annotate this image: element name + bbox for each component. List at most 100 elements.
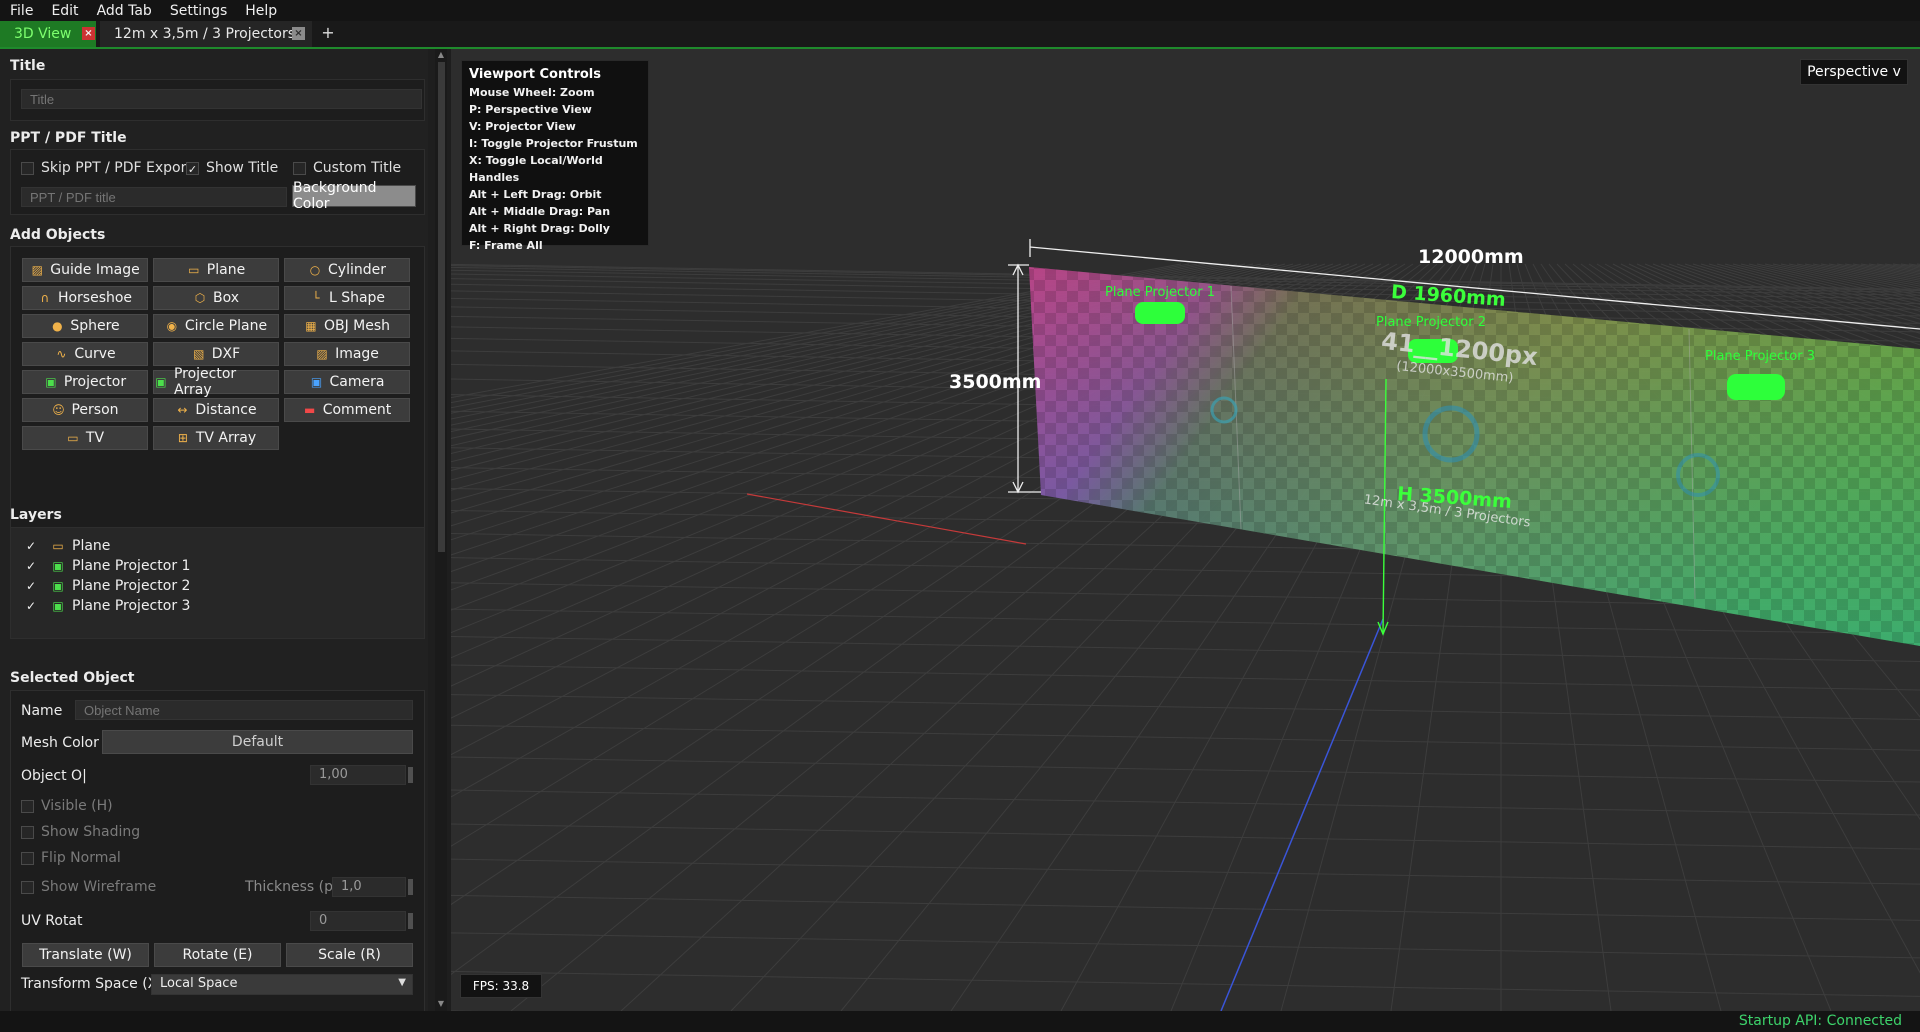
projector-1-model[interactable] <box>1135 302 1185 324</box>
person-button[interactable]: ☺ Person <box>22 398 148 422</box>
flip-normal-checkbox[interactable]: Flip Normal <box>21 850 121 866</box>
image-button[interactable]: ▨ Image <box>284 342 410 366</box>
obj-mesh-button[interactable]: ▦ OBJ Mesh <box>284 314 410 338</box>
tv-array-button[interactable]: ⊞ TV Array <box>153 426 279 450</box>
check-icon[interactable]: ✓ <box>26 539 38 553</box>
scroll-down-icon[interactable]: ▼ <box>435 999 447 1009</box>
layers-heading: Layers <box>10 507 62 523</box>
tab-3d-view[interactable]: 3D View × <box>0 21 96 47</box>
image-icon: ▨ <box>316 347 328 361</box>
menu-file[interactable]: File <box>0 3 41 19</box>
visible-checkbox[interactable]: Visible (H) <box>21 798 113 814</box>
uv-rotation-input[interactable]: 0 <box>310 911 406 931</box>
checkbox-label: Show Title <box>206 160 279 176</box>
width-dimension: 12000mm <box>1418 246 1524 268</box>
projector-array-button[interactable]: ▣ Projector Array <box>153 366 279 398</box>
projector-icon: ▣ <box>52 579 64 593</box>
cylinder-button[interactable]: ○ Cylinder <box>284 258 410 282</box>
menu-add-tab[interactable]: Add Tab <box>87 3 160 19</box>
projector-array-icon: ▣ <box>155 375 167 389</box>
l-shape-button[interactable]: └ L Shape <box>284 286 410 310</box>
projector-2-label: Plane Projector 2 <box>1376 315 1486 330</box>
object-name-input[interactable] <box>75 700 413 720</box>
button-label: OBJ Mesh <box>323 318 391 334</box>
pdf-group: Skip PPT / PDF Export ✓ Show Title Custo… <box>10 149 425 215</box>
transform-space-label: Transform Space (X) <box>21 976 163 992</box>
scene-canvas[interactable] <box>451 49 1920 1011</box>
control-hint: Alt + Right Drag: Dolly <box>469 222 610 235</box>
pdf-title-input[interactable] <box>21 187 287 207</box>
layer-label: Plane Projector 2 <box>72 578 191 594</box>
curve-button[interactable]: ∿ Curve <box>22 342 148 366</box>
show-wireframe-checkbox[interactable]: Show Wireframe <box>21 879 156 895</box>
l-shape-icon: └ <box>312 291 320 305</box>
layer-item-plane[interactable]: ✓ ▭ Plane <box>26 537 110 555</box>
fps-counter: FPS: 33.8 <box>460 974 542 998</box>
sphere-button[interactable]: ● Sphere <box>22 314 148 338</box>
layer-item-projector-2[interactable]: ✓ ▣ Plane Projector 2 <box>26 577 190 595</box>
control-hint: Mouse Wheel: Zoom <box>469 86 595 99</box>
check-icon[interactable]: ✓ <box>26 559 38 573</box>
tv-array-icon: ⊞ <box>177 431 188 445</box>
cylinder-icon: ○ <box>309 263 321 277</box>
title-group <box>10 79 425 121</box>
rotate-button[interactable]: Rotate (E) <box>154 943 281 967</box>
tab-projectors[interactable]: 12m x 3,5m / 3 Projectors × <box>100 21 312 47</box>
menu-bar: File Edit Add Tab Settings Help <box>0 0 1920 21</box>
opacity-stepper[interactable] <box>408 767 413 783</box>
background-color-button[interactable]: Background Color <box>292 180 416 212</box>
api-status: Startup API: Connected <box>1738 1013 1902 1029</box>
show-shading-checkbox[interactable]: Show Shading <box>21 824 140 840</box>
guide-image-button[interactable]: ▨ Guide Image <box>22 258 148 282</box>
add-tab-button[interactable]: + <box>318 21 338 47</box>
menu-help[interactable]: Help <box>235 3 285 19</box>
menu-settings[interactable]: Settings <box>160 3 235 19</box>
uv-rotation-stepper[interactable] <box>408 913 413 929</box>
skip-export-checkbox[interactable]: Skip PPT / PDF Export <box>21 160 192 176</box>
tv-button[interactable]: ▭ TV <box>22 426 148 450</box>
person-icon: ☺ <box>52 403 65 417</box>
scale-button[interactable]: Scale (R) <box>286 943 413 967</box>
projector-3-model[interactable] <box>1727 374 1785 400</box>
check-icon[interactable]: ✓ <box>26 599 38 613</box>
checkbox-box <box>21 799 34 813</box>
comment-button[interactable]: ▬ Comment <box>284 398 410 422</box>
checkbox-label: Show Wireframe <box>41 879 157 895</box>
layer-item-projector-1[interactable]: ✓ ▣ Plane Projector 1 <box>26 557 190 575</box>
button-label: Circle Plane <box>184 318 268 334</box>
check-icon[interactable]: ✓ <box>26 579 38 593</box>
layer-item-projector-3[interactable]: ✓ ▣ Plane Projector 3 <box>26 597 190 615</box>
close-tab-icon[interactable]: × <box>292 27 305 40</box>
thickness-stepper[interactable] <box>408 879 413 895</box>
thickness-input[interactable]: 1,0 <box>332 877 406 897</box>
horseshoe-button[interactable]: ∩ Horseshoe <box>22 286 148 310</box>
plane-icon: ▭ <box>52 539 64 553</box>
show-title-checkbox[interactable]: ✓ Show Title <box>186 160 278 176</box>
3d-viewport[interactable]: 12000mm 3500mm D 1960mm H 3500mm 41__120… <box>451 49 1920 1011</box>
opacity-input[interactable]: 1,00 <box>310 765 406 785</box>
add-objects-heading: Add Objects <box>10 227 106 243</box>
box-icon: ⬡ <box>194 291 206 305</box>
menu-edit[interactable]: Edit <box>41 3 86 19</box>
button-label: Horseshoe <box>57 290 133 306</box>
projector-button[interactable]: ▣ Projector <box>22 370 148 394</box>
translate-button[interactable]: Translate (W) <box>22 943 149 967</box>
sphere-icon: ● <box>52 319 63 333</box>
circle-plane-button[interactable]: ◉ Circle Plane <box>153 314 279 338</box>
status-bar: Startup API: Connected <box>0 1011 1920 1032</box>
title-input[interactable] <box>21 89 422 109</box>
mesh-color-button[interactable]: Default <box>102 730 413 754</box>
box-button[interactable]: ⬡ Box <box>153 286 279 310</box>
transform-space-select[interactable]: Local Space ▼ <box>151 974 413 995</box>
scroll-up-icon[interactable]: ▲ <box>435 50 447 60</box>
checkbox-label: Visible (H) <box>41 798 113 814</box>
custom-title-checkbox[interactable]: Custom Title <box>293 160 401 176</box>
view-mode-dropdown[interactable]: Perspective v <box>1800 59 1908 85</box>
close-tab-icon[interactable]: × <box>82 27 95 40</box>
scrollbar-thumb[interactable] <box>438 62 445 552</box>
title-heading: Title <box>10 58 46 74</box>
camera-button[interactable]: ▣ Camera <box>284 370 410 394</box>
dxf-button[interactable]: ▧ DXF <box>153 342 279 366</box>
plane-button[interactable]: ▭ Plane <box>153 258 279 282</box>
distance-button[interactable]: ↔ Distance <box>153 398 279 422</box>
